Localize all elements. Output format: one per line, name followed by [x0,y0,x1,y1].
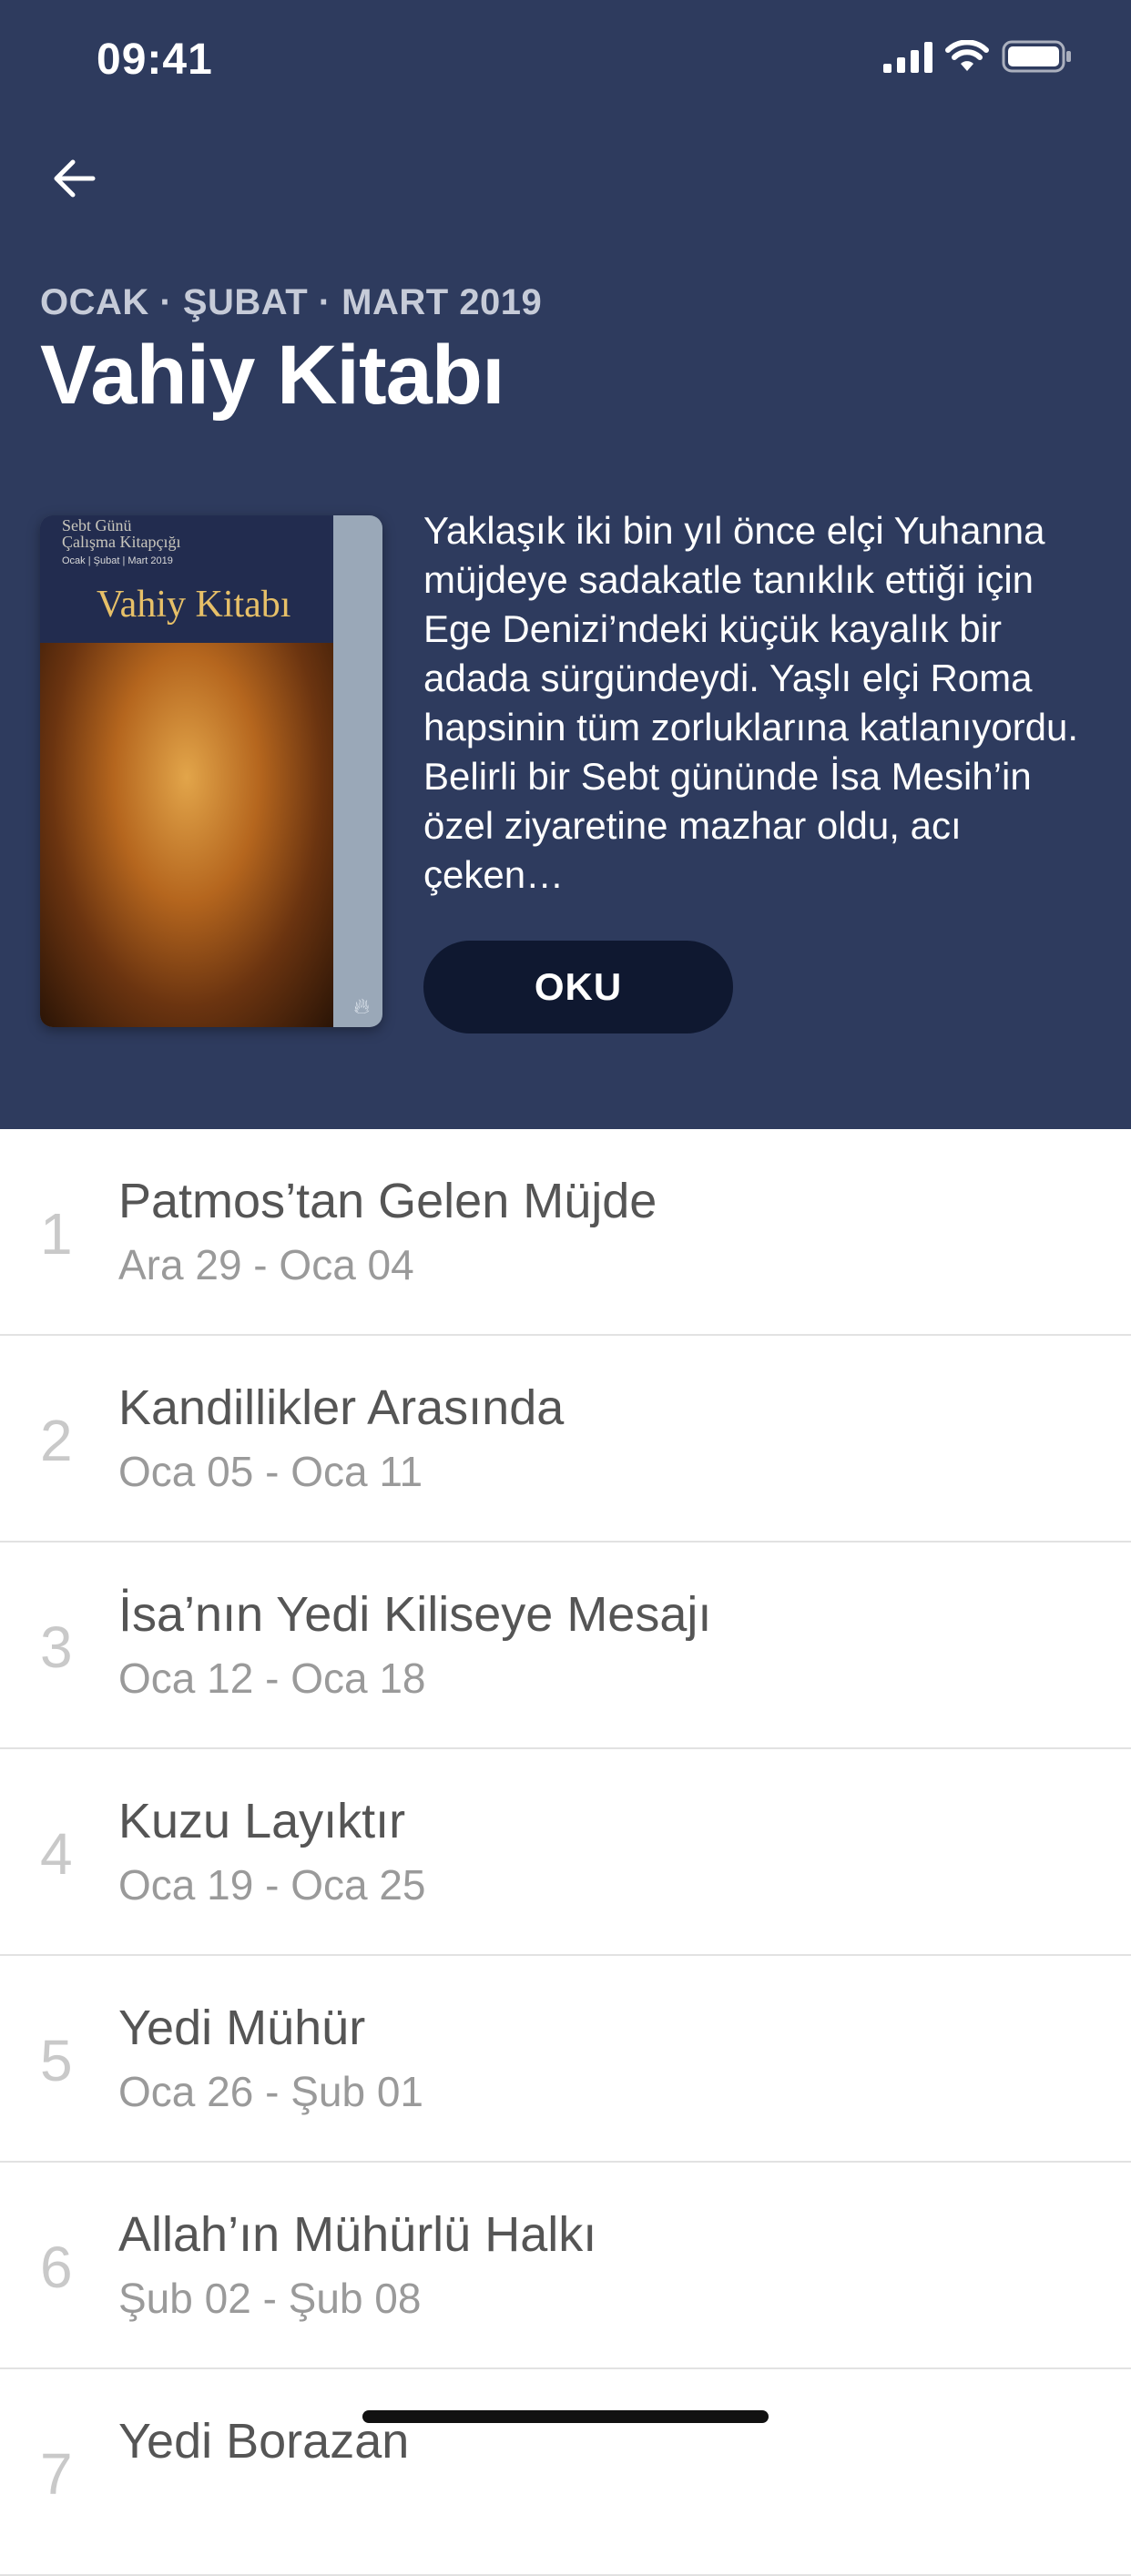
lesson-number: 4 [40,1821,73,1887]
lesson-title: Patmos’tan Gelen Müjde [118,1174,657,1228]
status-icons [883,40,1073,73]
lesson-list: 1 Patmos’tan Gelen Müjde Ara 29 - Oca 04… [0,1129,1131,2576]
cover-date: Ocak | Şubat | Mart 2019 [62,555,173,566]
lesson-dates: Ara 29 - Oca 04 [118,1241,414,1288]
lesson-row-3[interactable]: 3 İsa’nın Yedi Kiliseye Mesajı Oca 12 - … [0,1543,1131,1749]
lesson-dates: Oca 05 - Oca 11 [118,1448,423,1495]
lesson-row-2[interactable]: 2 Kandillikler Arasında Oca 05 - Oca 11 [0,1336,1131,1543]
cover-title: Vahiy Kitabı [97,584,291,626]
lesson-row-6[interactable]: 6 Allah’ın Mühürlü Halkı Şub 02 - Şub 08 [0,2163,1131,2369]
lesson-number: 3 [40,1614,73,1680]
book-cover[interactable]: Sebt Günü Çalışma Kitapçığı Ocak | Şubat… [40,515,382,1027]
lesson-number: 6 [40,2235,73,2300]
lesson-title: Allah’ın Mühürlü Halkı [118,2207,597,2262]
lesson-number: 2 [40,1408,73,1473]
lesson-title: Yedi Mühür [118,2001,366,2055]
quarter-description: Yaklaşık iki bin yıl önce elçi Yuhanna m… [423,509,1079,896]
flame-logo-icon: 🔥︎ [353,994,370,1019]
lesson-row-1[interactable]: 1 Patmos’tan Gelen Müjde Ara 29 - Oca 04 [0,1129,1131,1336]
lesson-row-5[interactable]: 5 Yedi Mühür Oca 26 - Şub 01 [0,1956,1131,2163]
lesson-header: 09:41 OCAK · ŞUBAT · MART 2019 Vahiy Kit… [0,0,1131,1129]
home-indicator[interactable] [362,2410,769,2423]
cellular-signal-icon [883,42,932,73]
quarter-label: OCAK · ŞUBAT · MART 2019 [40,282,543,322]
lesson-row-4[interactable]: 4 Kuzu Layıktır Oca 19 - Oca 25 [0,1749,1131,1956]
lesson-number: 5 [40,2028,73,2093]
read-button[interactable]: OKU [423,941,733,1033]
wifi-icon [945,40,989,71]
lesson-number: 1 [40,1201,73,1267]
cover-publisher-line1: Sebt Günü [62,516,132,535]
back-arrow-icon[interactable] [47,146,113,211]
lesson-dates: Oca 19 - Oca 25 [118,1861,426,1909]
lesson-title: Kandillikler Arasında [118,1380,565,1435]
lesson-dates: Şub 02 - Şub 08 [118,2275,422,2322]
lesson-title: İsa’nın Yedi Kiliseye Mesajı [118,1587,712,1642]
status-time: 09:41 [97,36,213,84]
lesson-dates: Oca 26 - Şub 01 [118,2068,423,2115]
lesson-dates: Oca 12 - Oca 18 [118,1655,426,1702]
lesson-number: 7 [40,2441,73,2507]
lesson-title: Kuzu Layıktır [118,1794,406,1848]
cover-artwork-lion-lamb [40,643,333,1027]
lesson-row-7[interactable]: 7 Yedi Borazan [0,2369,1131,2576]
cover-publisher-line2: Çalışma Kitapçığı [62,533,181,551]
page-title: Vahiy Kitabı [40,329,504,422]
battery-icon [1002,40,1071,73]
